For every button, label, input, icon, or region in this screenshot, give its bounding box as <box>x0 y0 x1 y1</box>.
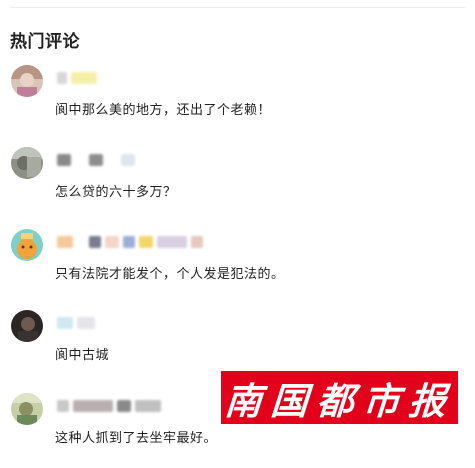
comment-text: 阆中那么美的地方，还出了个老赖！ <box>55 103 272 118</box>
comment-item: 阆中古城 <box>0 310 475 380</box>
username-blurred[interactable] <box>57 153 135 167</box>
newspaper-logo-watermark: 南国都市报 <box>221 371 458 424</box>
comment-text: 这种人抓到了去坐牢最好。 <box>55 431 218 446</box>
username-blurred[interactable] <box>57 399 161 413</box>
user-avatar-icon[interactable] <box>11 393 43 425</box>
logo-text: 南国都市报 <box>222 378 456 423</box>
comment-text: 怎么贷的六十多万？ <box>55 185 177 200</box>
user-avatar-icon[interactable] <box>11 147 43 179</box>
username-blurred[interactable] <box>57 235 203 249</box>
hot-comments-title: 热门评论 <box>10 32 80 52</box>
top-divider <box>10 7 465 8</box>
comment-text: 阆中古城 <box>55 348 110 363</box>
comment-item: 怎么贷的六十多万？ <box>0 147 475 217</box>
user-avatar-icon[interactable] <box>11 65 43 97</box>
username-blurred[interactable] <box>57 71 97 85</box>
comment-item: 阆中那么美的地方，还出了个老赖！ <box>0 65 475 135</box>
user-avatar-icon[interactable] <box>11 310 43 342</box>
comment-text: 只有法院才能发个，个人发是犯法的。 <box>55 267 285 282</box>
comment-item: 只有法院才能发个，个人发是犯法的。 <box>0 229 475 299</box>
username-blurred[interactable] <box>57 316 95 330</box>
user-avatar-icon[interactable] <box>11 229 43 261</box>
